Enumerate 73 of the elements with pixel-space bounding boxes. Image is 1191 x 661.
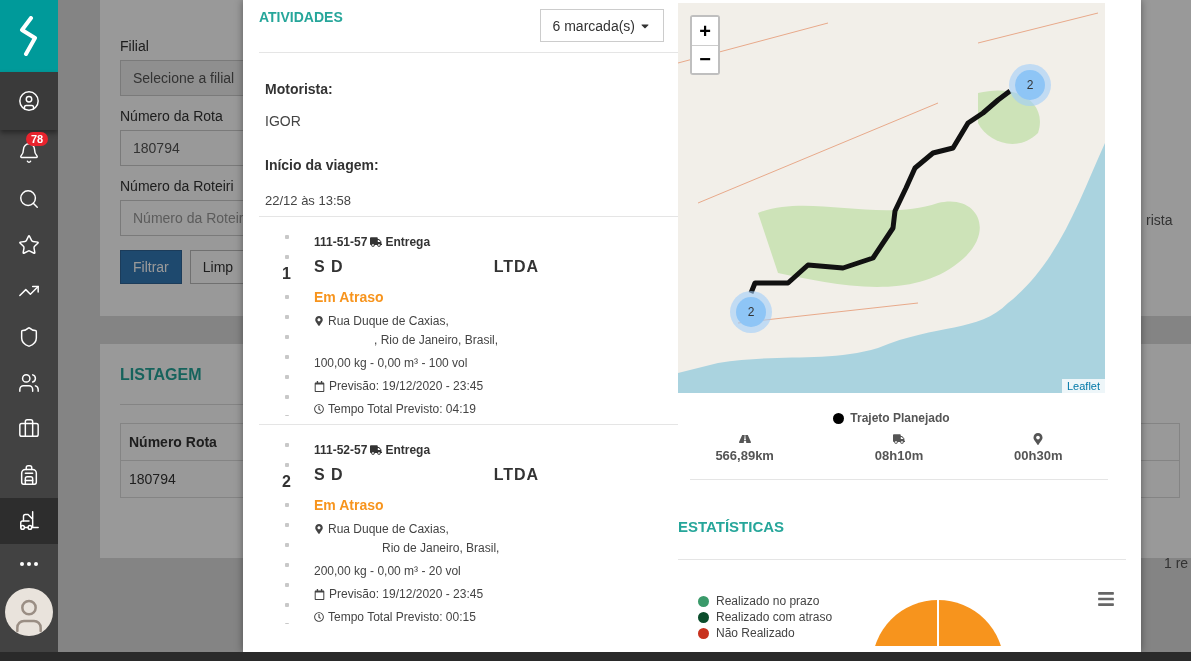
map-cluster-marker[interactable]: 2 [736,297,766,327]
search-icon [18,188,40,210]
briefcase-icon [18,418,40,440]
bell-icon [18,142,40,164]
legend-label: Não Realizado [716,626,795,640]
truck-icon [893,433,905,445]
backpack-icon [18,464,40,486]
info-value: 22/12 às 13:58 [265,193,353,210]
users-icon [18,372,40,394]
field-label: Filial [120,38,149,54]
pagination-text: 1 re [1164,555,1189,571]
forecast-text: Previsão: 19/12/2020 - 23:45 [329,587,484,601]
truck-icon [370,236,383,248]
status-text: Em Atraso [314,289,385,305]
stat-value: 08h10m [874,448,924,463]
menu-icon[interactable] [1097,590,1115,608]
map-pin-icon [314,316,324,326]
field-label: Número da Roteiri [120,178,234,194]
customer-name: LTDA [493,466,540,484]
forklift-icon [18,510,40,532]
field-label: rista [1146,212,1173,228]
clock-icon [314,404,324,414]
truck-icon [370,444,383,456]
star-icon [18,234,40,256]
legend-label: Realizado no prazo [716,594,820,608]
sidebar-item[interactable]: 78 [0,130,58,176]
address-text: Rua Duque de Caxias, [328,314,449,328]
calendar-icon [314,380,325,392]
sidebar-item[interactable] [0,498,58,544]
legend-label: Realizado com atraso [716,610,833,624]
calendar-icon [314,588,325,600]
stat-value: 566,89km [715,448,774,463]
more-icon [20,562,38,566]
info-label: Motorista: [265,81,334,97]
load-text: 200,00 kg - 0,00 m³ - 20 vol [314,564,461,578]
section-title: ATIVIDADES [259,9,343,25]
avatar[interactable] [5,588,53,636]
field-label: Número da Rota [120,108,223,124]
legend-dot [833,412,845,424]
section-title: ESTATÍSTICAS [678,518,1126,560]
map[interactable]: + − 2 2 Leaflet [678,3,1105,393]
sidebar-item[interactable] [0,72,58,130]
address-text: Rua Duque de Caxias, [328,522,449,536]
logo-icon [18,16,40,56]
address-text: , Rio de Janeiro, Brasil, [374,333,499,347]
forecast-text: Previsão: 19/12/2020 - 23:45 [329,379,484,393]
map-pin-icon [314,524,324,534]
legend-label: Trajeto Planejado [850,411,950,425]
activity-code: 111-52-57 [314,443,368,457]
total-time-text: Tempo Total Previsto: 04:19 [328,402,476,416]
map-pin-icon [1032,433,1045,445]
user-icon [18,90,40,112]
activity-type: Entrega [385,235,431,249]
filter-dropdown[interactable]: 6 marcada(s) [539,9,664,42]
logo[interactable] [0,0,58,72]
info-label: Início da viagem: [265,157,380,173]
map-cluster-marker[interactable]: 2 [1015,70,1045,100]
status-text: Em Atraso [314,497,385,513]
total-time-text: Tempo Total Previsto: 00:15 [328,610,476,624]
activity-type: Entrega [385,443,431,457]
zoom-out-button[interactable]: − [692,45,718,73]
info-value: IGOR [265,113,302,129]
clock-icon [314,612,324,622]
customer-name: LTDA [493,258,540,276]
activity-code: 111-51-57 [314,235,368,249]
attribution-link[interactable]: Leaflet [1061,379,1105,393]
shield-icon [18,326,40,348]
address-text: Rio de Janeiro, Brasil, [382,541,500,555]
stat-value: 00h30m [1014,448,1063,463]
customer-name: S D [314,258,344,276]
road-icon [738,433,751,445]
notification-badge: 78 [26,132,49,146]
customer-name: S D [314,466,344,484]
